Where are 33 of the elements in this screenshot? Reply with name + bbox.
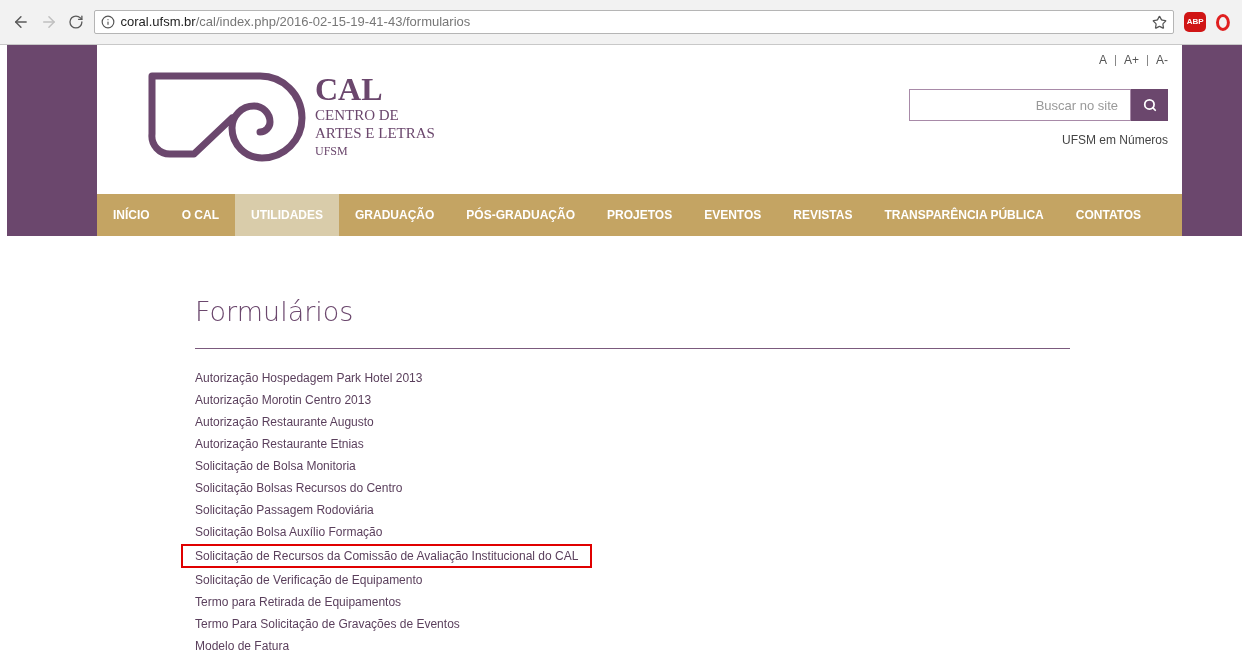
search-button[interactable] <box>1131 89 1168 121</box>
form-link[interactable]: Solicitação Passagem Rodoviária <box>195 502 374 518</box>
logo-subtitle: ARTES E LETRAS <box>315 124 435 142</box>
form-link[interactable]: Solicitação de Recursos da Comissão de Avaliação Institucional do CAL <box>181 544 593 568</box>
stop-sign-extension-icon[interactable]: ABP <box>1184 12 1207 32</box>
form-link[interactable]: Termo Para Solicitação de Gravações de Eventos <box>195 616 460 632</box>
form-link[interactable]: Solicitação Bolsas Recursos do Centro <box>195 480 403 496</box>
form-link[interactable]: Termo para Retirada de Equipamentos <box>195 594 402 610</box>
stats-link[interactable]: UFSM em Números <box>1062 131 1168 149</box>
font-size-link[interactable]: A <box>1098 51 1107 69</box>
search-field[interactable]: Buscar no site <box>909 89 1131 121</box>
search-icon <box>1142 98 1157 112</box>
form-link[interactable]: Autorização Morotin Centro 2013 <box>195 392 372 408</box>
font-size-link[interactable]: A+ <box>1124 51 1139 69</box>
logo-subtitle: CENTRO DE <box>315 106 400 124</box>
form-link[interactable]: Solicitação Bolsa Auxílio Formação <box>195 524 383 540</box>
logo-subtitle: UFSM <box>315 143 349 160</box>
form-link[interactable]: Autorização Restaurante Etnias <box>195 436 364 452</box>
page-title: Formulários <box>195 295 355 329</box>
font-size-link[interactable]: A- <box>1156 51 1168 69</box>
logo-title: CAL <box>315 72 384 106</box>
address-bar[interactable]: coral.ufsm.br/cal/index.php/2016-02-15-19-41-43/formularios <box>93 10 1175 34</box>
reload-icon[interactable] <box>67 14 84 30</box>
hand-extension-icon[interactable] <box>1216 13 1230 31</box>
form-link[interactable]: Autorização Restaurante Augusto <box>195 414 374 430</box>
url-text: coral.ufsm.br/cal/index.php/2016-02-15-19-41-43/formularios <box>120 13 471 32</box>
form-link[interactable]: Solicitação de Verificação de Equipamento <box>195 572 423 588</box>
form-link[interactable]: Solicitação de Bolsa Monitoria <box>195 458 356 474</box>
form-link[interactable]: Modelo de Fatura <box>195 638 290 651</box>
form-link[interactable]: Autorização Hospedagem Park Hotel 2013 <box>195 370 423 386</box>
info-icon[interactable] <box>100 15 115 29</box>
back-icon[interactable] <box>12 13 30 31</box>
bookmark-star-icon[interactable] <box>1152 14 1168 30</box>
